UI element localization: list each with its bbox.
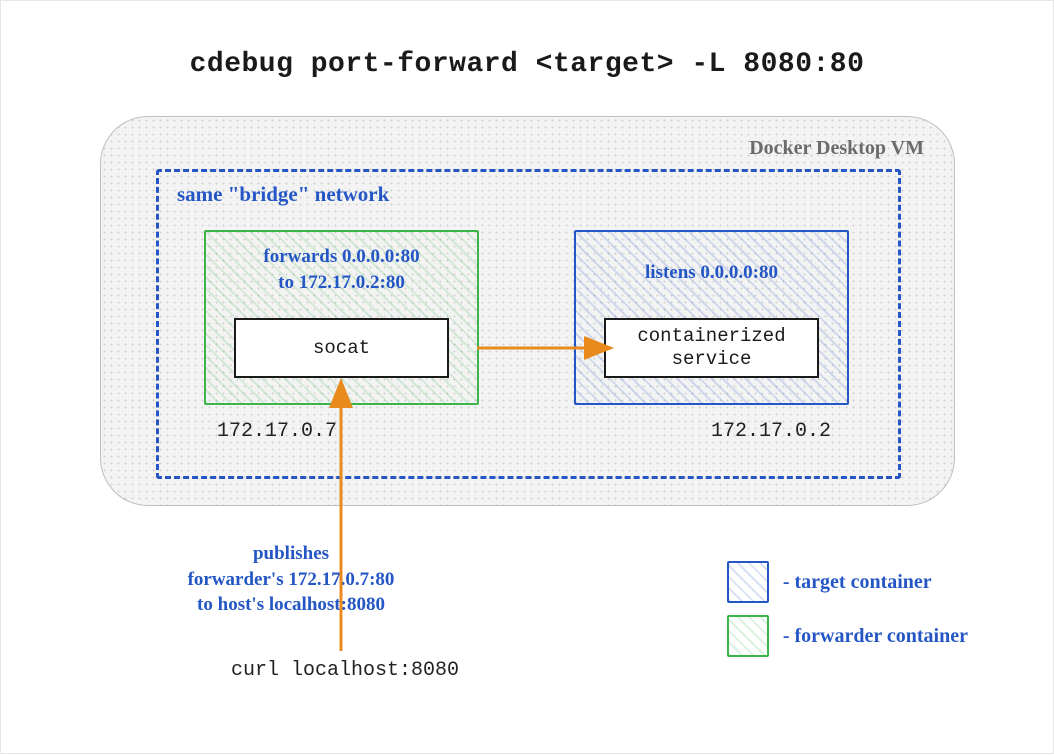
- socat-box: socat: [234, 318, 449, 378]
- forwarder-ip: 172.17.0.7: [217, 420, 337, 443]
- service-label: containerized service: [637, 325, 785, 371]
- curl-command: curl localhost:8080: [231, 659, 459, 682]
- forwarder-caption-line2: to 172.17.0.2:80: [278, 272, 405, 293]
- target-ip: 172.17.0.2: [711, 420, 831, 443]
- service-box: containerized service: [604, 318, 819, 378]
- diagram-title: cdebug port-forward <target> -L 8080:80: [1, 49, 1053, 80]
- legend: - target container - forwarder container: [727, 549, 968, 669]
- forwarder-caption: forwards 0.0.0.0:80 to 172.17.0.2:80: [206, 244, 477, 295]
- diagram-canvas: cdebug port-forward <target> -L 8080:80 …: [0, 0, 1054, 754]
- forwarder-caption-line1: forwards 0.0.0.0:80: [263, 246, 419, 267]
- bridge-label: same "bridge" network: [177, 182, 389, 207]
- legend-row-target: - target container: [727, 561, 968, 603]
- legend-swatch-green: [727, 615, 769, 657]
- socat-label: socat: [313, 337, 370, 360]
- legend-text-forwarder: - forwarder container: [783, 625, 968, 648]
- publish-note: publishes forwarder's 172.17.0.7:80 to h…: [151, 541, 431, 618]
- vm-box: Docker Desktop VM same "bridge" network …: [100, 116, 955, 506]
- legend-text-target: - target container: [783, 571, 932, 594]
- legend-swatch-blue: [727, 561, 769, 603]
- bridge-network-box: same "bridge" network forwards 0.0.0.0:8…: [156, 169, 901, 479]
- vm-label: Docker Desktop VM: [749, 137, 924, 160]
- forwarder-container: forwards 0.0.0.0:80 to 172.17.0.2:80 soc…: [204, 230, 479, 405]
- legend-row-forwarder: - forwarder container: [727, 615, 968, 657]
- target-container: listens 0.0.0.0:80 containerized service: [574, 230, 849, 405]
- target-caption: listens 0.0.0.0:80: [576, 260, 847, 286]
